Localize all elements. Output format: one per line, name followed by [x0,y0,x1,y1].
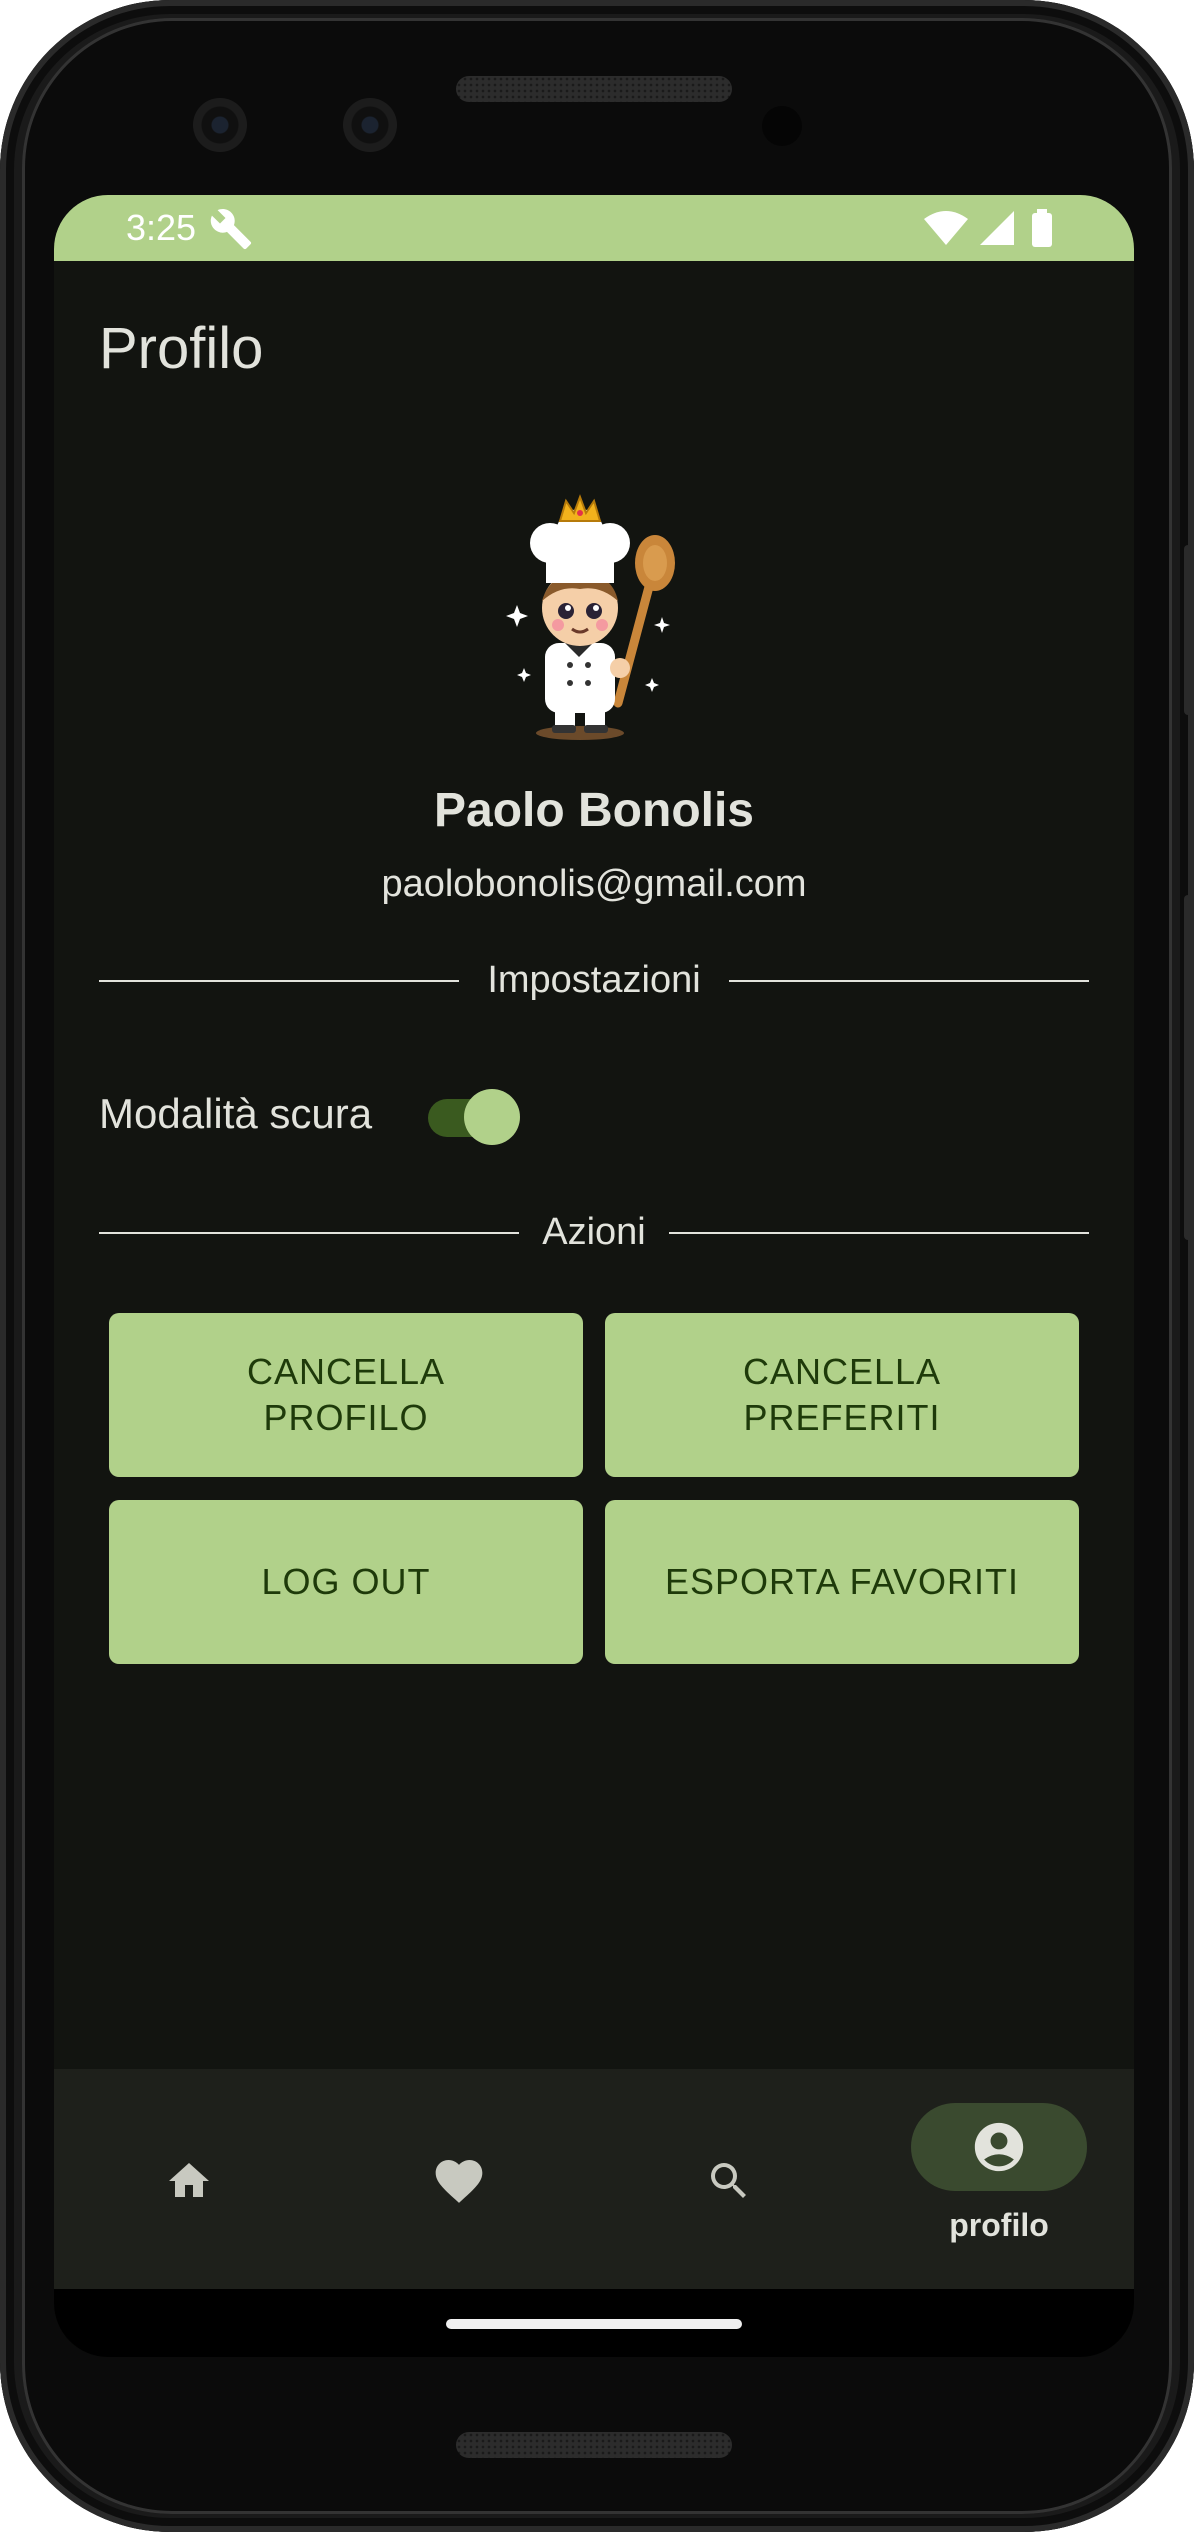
delete-favorites-label: CANCELLA PREFERITI [742,1351,942,1438]
chef-avatar [506,494,675,740]
status-time: 3:25 [126,207,197,248]
export-favorites-button[interactable]: ESPORTA FAVORITI [605,1500,1079,1664]
volume-button [1184,895,1194,1240]
search-icon [711,2163,746,2198]
actions-section-label: Azioni [99,1211,1089,1254]
nav-label-profile: profilo [949,2207,1049,2243]
phone-frame: 3:25 Profilo Paolo Bonolis paolobonolis@… [0,0,1194,2532]
status-icons [924,209,1052,247]
home-indicator[interactable] [446,2319,742,2329]
front-camera-left [193,98,247,152]
nav-item-home[interactable] [54,2069,324,2289]
user-name: Paolo Bonolis [433,784,754,837]
delete-profile-button[interactable]: CANCELLA PROFILO [109,1313,583,1477]
settings-section-label: Impostazioni [99,959,1089,1002]
app-screen: 3:25 Profilo Paolo Bonolis paolobonolis@… [54,195,1134,2357]
home-icon [169,2163,209,2197]
signal-icon [980,211,1014,245]
wifi-icon [924,211,968,245]
proximity-sensor [762,106,802,146]
nav-item-profile[interactable]: profilo [864,2069,1134,2289]
status-bar: 3:25 [54,195,1134,261]
user-email: paolobonolis@gmail.com [381,863,807,905]
bottom-navigation: profilo [54,2069,1134,2289]
settings-divider: Impostazioni [99,955,1089,1005]
export-favorites-label: ESPORTA FAVORITI [664,1561,1020,1602]
wrench-icon [210,209,252,250]
battery-icon [1032,213,1052,247]
page-title: Profilo [99,316,264,381]
logout-button[interactable]: LOG OUT [109,1500,583,1664]
account-icon [974,2122,1024,2172]
logout-label: LOG OUT [261,1561,431,1602]
top-speaker [456,76,732,102]
switch-thumb [464,1089,520,1145]
power-button [1184,545,1194,715]
delete-favorites-button[interactable]: CANCELLA PREFERITI [605,1313,1079,1477]
nav-item-favorites[interactable] [324,2069,594,2289]
dark-mode-switch[interactable] [424,1087,520,1145]
nav-item-search[interactable] [594,2069,864,2289]
front-camera-right [343,98,397,152]
dark-mode-label: Modalità scura [99,1090,373,1137]
actions-divider: Azioni [99,1207,1089,1257]
heart-icon [435,2160,483,2203]
delete-profile-label: CANCELLA PROFILO [246,1351,446,1438]
bottom-speaker [456,2432,732,2458]
